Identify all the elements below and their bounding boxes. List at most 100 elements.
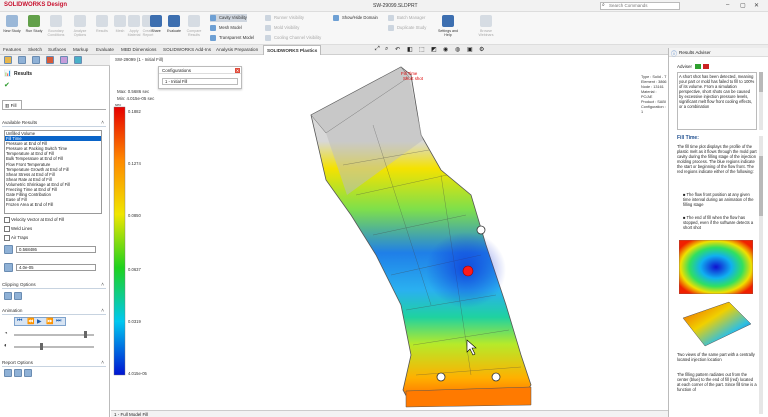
legend-unit: sec <box>115 102 122 107</box>
available-results-list[interactable]: Unfilled Volume Fill Time Pressure at En… <box>4 130 102 214</box>
close-icon[interactable]: ✕ <box>235 68 240 73</box>
tab-analysis-preparation[interactable]: Analysis Preparation <box>213 45 261 55</box>
ok-check-icon[interactable]: ✔ <box>4 81 10 89</box>
analyze-options-button[interactable]: Analyze Options <box>70 14 90 42</box>
report-options-header[interactable]: Report Options <box>2 359 106 367</box>
speed-slider[interactable] <box>14 334 94 336</box>
display-style-icon[interactable]: ◩ <box>431 46 437 53</box>
evaluate-button[interactable]: Evaluate <box>164 14 184 42</box>
report-icon-2[interactable] <box>14 369 22 377</box>
clipping-options-header[interactable]: Clipping Options <box>2 281 106 289</box>
appearance-icon[interactable]: ◍ <box>455 46 460 53</box>
adviser-stop-icon[interactable] <box>703 64 709 69</box>
mold-visibility-toggle[interactable]: Mold Visibility <box>265 24 299 32</box>
min-value-field[interactable]: 4.0e-05 <box>16 264 96 271</box>
time-slider[interactable] <box>14 346 94 348</box>
rewind-icon[interactable]: ⏮ <box>17 318 22 325</box>
results-button[interactable]: Results <box>92 14 112 42</box>
command-manager-ribbon: New Study Run Study Boundary Conditions … <box>0 12 768 45</box>
air-traps-checkbox[interactable]: Air Traps <box>4 234 28 241</box>
legend-tick: 0.0637 <box>128 267 141 272</box>
feature-manager-icon[interactable] <box>4 56 12 64</box>
list-item[interactable]: Frozen Area at End of Fill <box>5 202 101 207</box>
scene-icon[interactable]: ▣ <box>467 46 473 53</box>
tab-markup[interactable]: Markup <box>70 45 91 55</box>
clipping-flip-icon[interactable] <box>14 292 22 300</box>
boundary-conditions-button[interactable]: Boundary Conditions <box>46 14 66 42</box>
duplicate-study-button[interactable]: Duplicate Study <box>388 24 426 32</box>
tree-item-study[interactable]: SW-29099 (1 - Initial Fill) <box>115 57 163 62</box>
configurations-title: Configurations <box>159 67 241 74</box>
new-study-button[interactable]: New Study <box>2 14 22 42</box>
tab-sketch[interactable]: Sketch <box>25 45 45 55</box>
legend-tick: 0.1882 <box>128 109 141 114</box>
property-manager-icon[interactable] <box>18 56 26 64</box>
tab-solidworks-plastics[interactable]: SOLIDWORKS Plastics <box>263 45 322 55</box>
adviser-scrollbar[interactable] <box>759 72 763 130</box>
dimxpert-icon[interactable] <box>46 56 54 64</box>
hide-show-icon[interactable]: ◉ <box>443 46 448 53</box>
filling-pattern-text: The filling pattern radiates out from th… <box>677 372 757 392</box>
time-slider-thumb[interactable] <box>40 343 43 350</box>
zoom-area-icon[interactable]: ⌕ <box>385 46 388 53</box>
step-forward-icon[interactable]: ⏩ <box>46 318 53 325</box>
adviser-next-icon[interactable] <box>695 64 701 69</box>
adviser-content-scrollbar[interactable] <box>759 136 763 414</box>
mesh-model-toggle[interactable]: Mesh Model <box>210 24 242 32</box>
info-line: Configuration : 1 <box>641 105 666 114</box>
fill-icon: ▥ <box>5 103 10 108</box>
animation-header[interactable]: Animation <box>2 307 106 315</box>
display-manager-icon[interactable] <box>60 56 68 64</box>
step-back-icon[interactable]: ⏪ <box>27 318 34 325</box>
show-hide-domain-button[interactable]: Show/Hide Domain <box>333 14 378 22</box>
configuration-select[interactable]: 1 - Initial Fill <box>162 78 238 85</box>
tab-mbd-dimensions[interactable]: MBD Dimensions <box>118 45 159 55</box>
weld-lines-checkbox[interactable]: Weld Lines <box>4 225 32 232</box>
search-commands-input[interactable]: Search Commands <box>600 2 680 10</box>
tab-solidworks-addins[interactable]: SOLIDWORKS Add-Ins <box>160 45 214 55</box>
report-icon-1[interactable] <box>4 369 12 377</box>
max-value-icon <box>4 245 13 254</box>
tab-features[interactable]: Features <box>0 45 24 55</box>
view-settings-icon[interactable]: ⚙ <box>479 46 484 53</box>
cooling-channel-visibility-toggle[interactable]: Cooling Channel Visibility <box>265 34 321 42</box>
compare-results-button[interactable]: Compare Results <box>184 14 204 42</box>
run-study-button[interactable]: Run Study <box>24 14 44 42</box>
settings-help-button[interactable]: Settings and Help <box>436 14 460 42</box>
zoom-fit-icon[interactable]: ⤢ <box>375 46 380 53</box>
clipping-plane-icon[interactable] <box>4 292 12 300</box>
minimize-icon[interactable]: – <box>726 2 729 8</box>
maximize-icon[interactable]: ▢ <box>740 2 746 9</box>
injection-location-marker <box>462 265 474 277</box>
play-icon[interactable]: ▶ <box>37 318 42 325</box>
tab-surfaces[interactable]: Surfaces <box>45 45 69 55</box>
animation-controls: ⏮ ⏪ ▶ ⏩ ⏭ <box>14 317 66 326</box>
end-icon[interactable]: ⏭ <box>56 318 61 325</box>
configuration-manager-icon[interactable] <box>32 56 40 64</box>
velocity-vector-checkbox[interactable]: Velocity Vector at End of Fill <box>4 216 64 223</box>
share-button[interactable]: Share <box>146 14 166 42</box>
section-view-icon[interactable]: ◧ <box>407 46 413 53</box>
annotation-short-shot: Short shot <box>403 76 424 81</box>
tab-evaluate[interactable]: Evaluate <box>93 45 117 55</box>
available-results-header[interactable]: Available Results <box>2 119 106 127</box>
plastics-manager-icon[interactable] <box>74 56 82 64</box>
speed-icon: ◔ <box>4 331 8 337</box>
report-icon-3[interactable] <box>24 369 32 377</box>
min-label: Min: 4.015e-05 sec <box>117 96 155 101</box>
speed-slider-thumb[interactable] <box>84 331 87 338</box>
runner-visibility-toggle[interactable]: Runner Visibility <box>265 14 304 22</box>
fill-tab[interactable]: ▥ Fill <box>2 100 22 109</box>
cavity-visibility-toggle[interactable]: Cavity Visibility <box>210 14 247 22</box>
manager-tabs <box>0 55 110 66</box>
batch-manager-button[interactable]: Batch Manager <box>388 14 425 22</box>
legend-tick: 0.0850 <box>128 213 141 218</box>
view-orientation-icon[interactable]: ⬚ <box>419 46 425 53</box>
max-label: Max: 0.5686 sec <box>117 89 150 94</box>
browse-webinars-button[interactable]: Browse Webinars <box>474 14 498 42</box>
transparent-model-toggle[interactable]: Transparent Model <box>210 34 254 42</box>
max-value-field[interactable]: 0.568486 <box>16 246 96 253</box>
previous-view-icon[interactable]: ↶ <box>395 46 400 53</box>
close-icon[interactable]: ✕ <box>754 2 759 9</box>
graphics-area[interactable]: SW-29099 (1 - Initial Fill) Max: 0.5686 … <box>111 55 668 417</box>
